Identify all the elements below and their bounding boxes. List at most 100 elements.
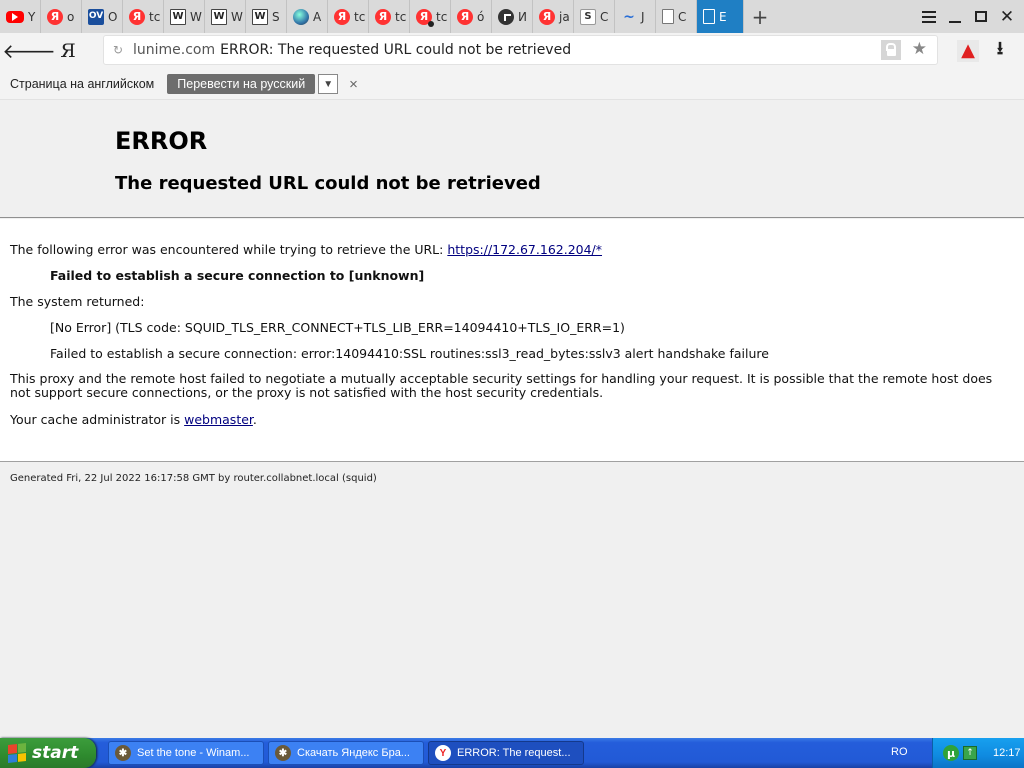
wave-icon: ~: [623, 8, 635, 25]
tab[interactable]: Яtc: [328, 0, 369, 33]
tab-label: E: [719, 9, 727, 24]
new-tab-button[interactable]: +: [744, 0, 776, 33]
tab-active[interactable]: E: [697, 0, 744, 33]
window-controls: ✕: [916, 0, 1024, 33]
menu-button[interactable]: [916, 0, 942, 33]
minimize-button[interactable]: [942, 0, 968, 33]
tab-label: C: [600, 9, 609, 24]
installer-icon: ✱: [275, 745, 291, 761]
taskbar-item-winamp[interactable]: ✱ Set the tone - Winam...: [108, 741, 264, 765]
close-button[interactable]: ✕: [994, 0, 1020, 33]
clock-icon: [498, 8, 514, 25]
admin-line: Your cache administrator is webmaster.: [10, 412, 257, 427]
tab-label: tc: [395, 9, 407, 24]
tab[interactable]: Яtc: [123, 0, 164, 33]
translate-close-button[interactable]: ×: [349, 76, 358, 93]
admin-prefix: Your cache administrator is: [10, 412, 185, 427]
yandex-icon: Я: [539, 8, 555, 25]
webmaster-link[interactable]: webmaster: [184, 412, 253, 427]
warning-icon: ▲: [961, 40, 975, 61]
clock: 12:17: [993, 747, 1021, 759]
yandex-browser-icon: Y: [435, 745, 451, 761]
wikipedia-icon: W: [211, 8, 227, 25]
taskbar: start ✱ Set the tone - Winam... ✱ Скачат…: [0, 738, 1024, 768]
tab-label: W: [190, 9, 202, 24]
tls-code-text: [No Error] (TLS code: SQUID_TLS_ERR_CONN…: [50, 320, 625, 335]
taskbar-item-browser[interactable]: Y ERROR: The request...: [428, 741, 584, 765]
chevron-down-icon: ▼: [323, 78, 334, 90]
tab[interactable]: SC: [574, 0, 615, 33]
back-button[interactable]: 🡐: [2, 33, 56, 69]
tab[interactable]: Яo: [41, 0, 82, 33]
downloads-button[interactable]: ⭳: [990, 38, 1010, 63]
error-subtitle: The requested URL could not be retrieved: [115, 173, 541, 194]
windows-logo-icon: [8, 743, 26, 763]
page-icon: [703, 9, 715, 24]
hamburger-icon: [922, 10, 936, 23]
system-returned-label: The system returned:: [10, 294, 145, 309]
page-content: ERROR The requested URL could not be ret…: [0, 100, 1024, 738]
navigation-bar: 🡐 Я ↻ lunime.com ERROR: The requested UR…: [0, 33, 1024, 69]
error-body: The following error was encountered whil…: [0, 219, 1024, 462]
error-header: ERROR The requested URL could not be ret…: [0, 100, 1024, 218]
task-label: Скачать Яндекс Бра...: [297, 747, 410, 759]
tab[interactable]: ~ J: [615, 0, 656, 33]
tab[interactable]: Яtc: [410, 0, 451, 33]
translate-button[interactable]: Перевести на русский: [167, 74, 316, 94]
utorrent-icon[interactable]: µ: [943, 745, 959, 761]
close-icon: ✕: [999, 6, 1015, 27]
tab[interactable]: Y: [0, 0, 41, 33]
task-label: ERROR: The request...: [457, 747, 571, 759]
translate-options-button[interactable]: ▼: [318, 74, 339, 94]
start-button[interactable]: start: [0, 738, 96, 768]
tab[interactable]: Яtc: [369, 0, 410, 33]
tray-app-icon[interactable]: ↑: [963, 746, 977, 760]
tab[interactable]: И: [492, 0, 533, 33]
language-indicator[interactable]: RO: [891, 746, 908, 758]
tab-label: tc: [354, 9, 366, 24]
tab-label: ja: [559, 9, 570, 24]
ov-icon: OV: [88, 8, 104, 25]
tab-label: ó: [477, 9, 485, 24]
tab[interactable]: OV O: [82, 0, 123, 33]
address-bar[interactable]: ↻ lunime.com ERROR: The requested URL co…: [103, 35, 938, 65]
tab-label: A: [313, 9, 322, 24]
tab[interactable]: WW: [164, 0, 205, 33]
tab[interactable]: Яja: [533, 0, 574, 33]
start-label: start: [32, 743, 79, 763]
wikipedia-icon: W: [252, 8, 268, 25]
translate-label: Страница на английском: [10, 77, 155, 91]
tab-label: o: [67, 9, 75, 24]
lock-icon[interactable]: [881, 40, 901, 60]
tab-label: tc: [436, 9, 448, 24]
taskbar-item-yandex-download[interactable]: ✱ Скачать Яндекс Бра...: [268, 741, 424, 765]
s-icon: S: [580, 8, 596, 25]
tab[interactable]: WS: [246, 0, 287, 33]
yandex-home-button[interactable]: Я: [48, 33, 88, 69]
protect-warning-button[interactable]: ▲: [957, 40, 979, 62]
tab-label: C: [678, 9, 687, 24]
tab-bar: Y Яo OV O Яtc WW WW WS A Яtc Яtc Яtc Яó И…: [0, 0, 1024, 33]
explanation-text: This proxy and the remote host failed to…: [10, 371, 993, 400]
yandex-icon: Я: [334, 8, 350, 25]
tab[interactable]: A: [287, 0, 328, 33]
maximize-button[interactable]: [968, 0, 994, 33]
download-icon: ⭳: [996, 38, 1004, 59]
tab[interactable]: WW: [205, 0, 246, 33]
tab[interactable]: Яó: [451, 0, 492, 33]
winamp-icon: ✱: [115, 745, 131, 761]
tab-label: J: [641, 9, 645, 24]
error-title: ERROR: [115, 127, 208, 155]
page-icon: [662, 9, 674, 24]
tab-label: И: [518, 9, 527, 24]
intro-text: The following error was encountered whil…: [10, 242, 448, 257]
yandex-icon: Я: [47, 8, 63, 25]
yandex-icon: Я: [416, 8, 434, 27]
ssl-error-text: Failed to establish a secure connection:…: [50, 346, 769, 361]
tab-label: W: [231, 9, 243, 24]
reload-icon[interactable]: ↻: [113, 43, 127, 57]
tab[interactable]: C: [656, 0, 697, 33]
system-tray: µ ↑ 12:17: [932, 738, 1024, 768]
requested-url-link[interactable]: https://172.67.162.204/*: [447, 242, 602, 257]
bookmark-star-icon[interactable]: ★: [912, 39, 927, 59]
